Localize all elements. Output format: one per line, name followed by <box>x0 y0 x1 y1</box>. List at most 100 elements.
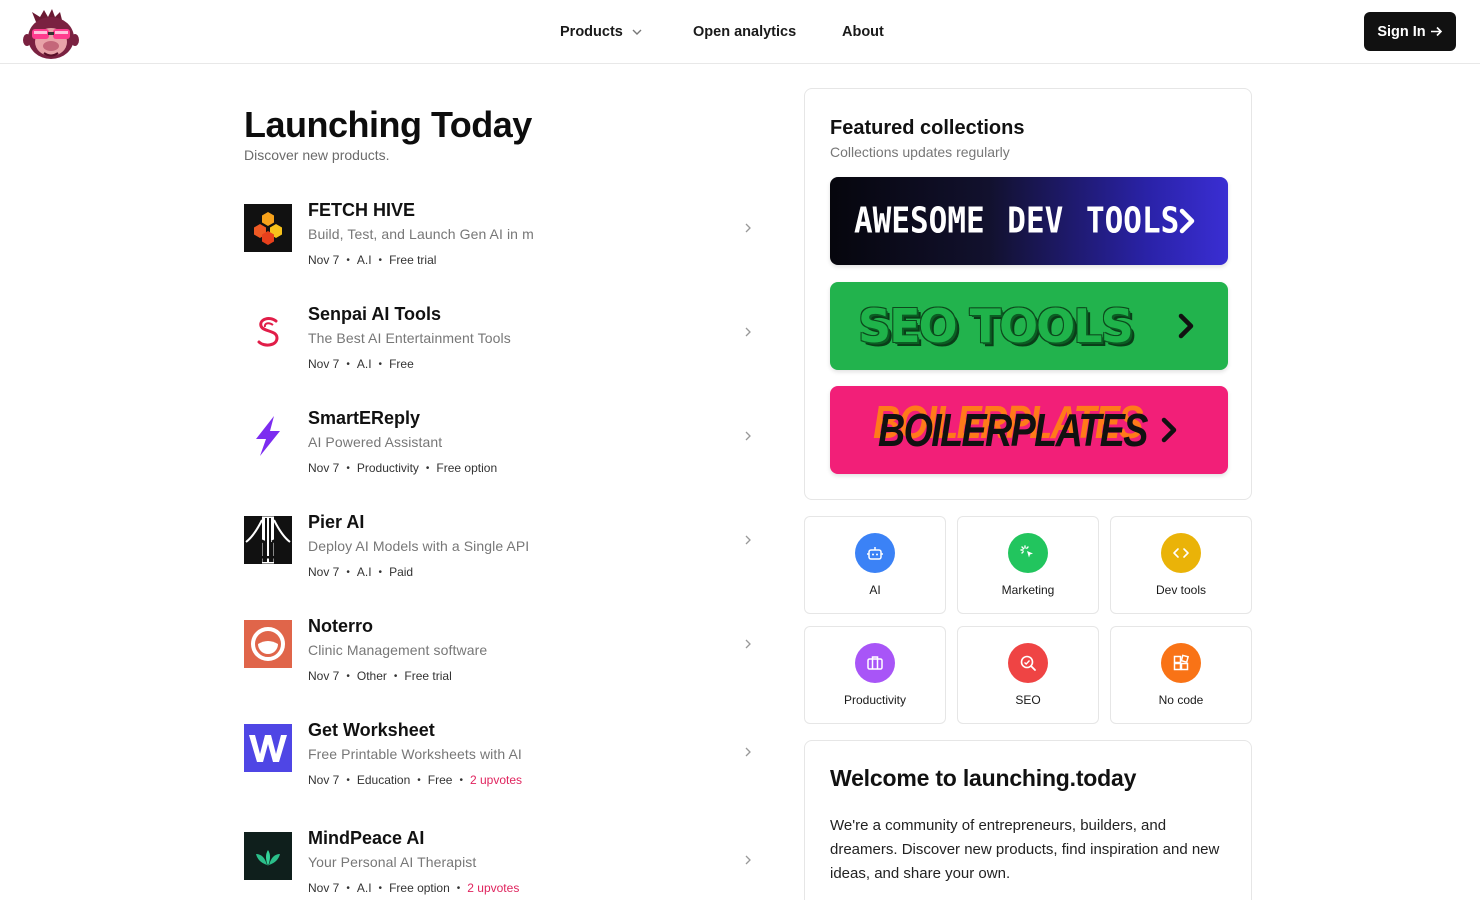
product-tagline: Deploy AI Models with a Single API <box>308 538 530 554</box>
product-date: Nov 7 <box>308 253 340 267</box>
product-item-pier-ai[interactable]: Pier AI Deploy AI Models with a Single A… <box>244 512 764 592</box>
product-date: Nov 7 <box>308 669 340 683</box>
product-upvotes: 2 upvotes <box>467 881 520 895</box>
dot-separator: • <box>346 670 350 682</box>
product-item-mindpeace-ai[interactable]: MindPeace AI Your Personal AI Therapist … <box>244 828 764 900</box>
dot-separator: • <box>346 462 350 474</box>
welcome-card: Welcome to launching.today We're a commu… <box>804 740 1252 900</box>
noterro-logo-icon <box>244 620 292 668</box>
category-tile-marketing[interactable]: Marketing <box>957 516 1099 614</box>
product-category[interactable]: A.I <box>357 881 372 895</box>
nav-products[interactable]: Products <box>560 0 643 64</box>
collection-banner-seo-tools[interactable]: SEO TOOLS <box>830 282 1228 370</box>
blocks-icon <box>1161 643 1201 683</box>
featured-collections-card: Featured collections Collections updates… <box>804 88 1252 500</box>
dot-separator: • <box>378 254 383 266</box>
chevron-right-icon <box>745 431 751 441</box>
product-item-noterro[interactable]: Noterro Clinic Management software Nov 7… <box>244 616 764 696</box>
product-category[interactable]: Education <box>357 773 410 787</box>
product-category[interactable]: Other <box>357 669 387 683</box>
dot-separator: • <box>378 882 383 894</box>
chevron-down-icon <box>632 29 642 35</box>
chevron-right-icon <box>745 639 751 649</box>
code-icon <box>1161 533 1201 573</box>
pier-ai-logo-icon <box>244 516 292 564</box>
product-item-senpai-ai-tools[interactable]: Senpai AI Tools The Best AI Entertainmen… <box>244 304 764 384</box>
product-item-fetch-hive[interactable]: FETCH HIVE Build, Test, and Launch Gen A… <box>244 200 764 280</box>
product-name: Get Worksheet <box>308 720 435 740</box>
product-meta: Nov 7 • A.I • Paid <box>308 565 413 579</box>
product-meta: Nov 7 • Education • Free • 2 upvotes <box>308 773 522 787</box>
product-category[interactable]: A.I <box>357 357 372 371</box>
chevron-right-icon <box>1161 417 1177 443</box>
product-date: Nov 7 <box>308 881 340 895</box>
cursor-click-icon <box>1008 533 1048 573</box>
banner-label: BOILERPLATES <box>878 404 1148 456</box>
nav-products-label: Products <box>560 24 623 40</box>
robot-icon <box>855 533 895 573</box>
nav-about-label: About <box>842 24 884 40</box>
welcome-title: Welcome to launching.today <box>830 765 1137 791</box>
product-category[interactable]: Productivity <box>357 461 419 475</box>
lightning-bolt-icon <box>244 412 292 460</box>
briefcase-icon <box>855 643 895 683</box>
category-label: No code <box>1158 693 1204 707</box>
collection-banner-boilerplates[interactable]: BOILERPLATES <box>830 386 1228 474</box>
dot-separator: • <box>346 882 350 894</box>
product-pricing: Free trial <box>404 669 452 683</box>
product-pricing: Free <box>427 773 453 787</box>
product-name: FETCH HIVE <box>308 200 416 220</box>
dot-separator: • <box>346 254 350 266</box>
category-label: SEO <box>1015 693 1041 707</box>
category-label: Productivity <box>843 693 907 707</box>
category-tile-productivity[interactable]: Productivity <box>804 626 946 724</box>
dot-separator: • <box>393 670 398 682</box>
chevron-right-icon <box>1178 313 1194 339</box>
collection-banner-awesome-dev-tools[interactable]: AWESOME DEV TOOLS <box>830 177 1228 265</box>
product-date: Nov 7 <box>308 773 340 787</box>
category-label: Marketing <box>1001 583 1055 597</box>
category-tile-ai[interactable]: AI <box>804 516 946 614</box>
dot-separator: • <box>425 462 430 474</box>
product-tagline: AI Powered Assistant <box>308 434 443 450</box>
nav-about[interactable]: About <box>842 0 884 64</box>
product-pricing: Free <box>389 357 414 371</box>
product-tagline: Your Personal AI Therapist <box>308 854 477 870</box>
chevron-right-icon <box>745 327 751 337</box>
product-item-smartereply[interactable]: SmartEReply AI Powered Assistant Nov 7 • … <box>244 408 764 488</box>
mindpeace-logo-icon <box>244 832 292 880</box>
featured-title: Featured collections <box>830 117 1025 139</box>
page-subtitle: Discover new products. <box>244 147 390 163</box>
banner-label: AWESOME DEV TOOLS <box>854 200 1180 242</box>
product-pricing: Paid <box>389 565 414 579</box>
product-pricing: Free option <box>389 881 450 895</box>
product-item-get-worksheet[interactable]: Get Worksheet Free Printable Worksheets … <box>244 720 764 800</box>
product-name: SmartEReply <box>308 408 421 428</box>
product-category[interactable]: A.I <box>357 565 372 579</box>
nav-open-analytics[interactable]: Open analytics <box>693 0 796 64</box>
chevron-right-icon <box>745 223 751 233</box>
product-meta: Nov 7 • Other • Free trial <box>308 669 452 683</box>
product-pricing: Free option <box>436 461 498 475</box>
product-date: Nov 7 <box>308 357 340 371</box>
product-meta: Nov 7 • Productivity • Free option <box>308 461 497 475</box>
sign-in-button[interactable]: Sign In <box>1364 12 1456 51</box>
dot-separator: • <box>346 774 350 786</box>
product-category[interactable]: A.I <box>357 253 372 267</box>
category-tile-dev-tools[interactable]: Dev tools <box>1110 516 1252 614</box>
gorilla-logo-icon[interactable] <box>22 8 80 62</box>
product-meta: Nov 7 • A.I • Free <box>308 357 414 371</box>
arrow-right-icon <box>1430 26 1442 37</box>
chevron-right-icon <box>745 535 751 545</box>
site-header: Products Open analytics About Sign In <box>0 0 1480 64</box>
featured-subtitle: Collections updates regularly <box>830 144 1010 160</box>
product-date: Nov 7 <box>308 565 340 579</box>
category-tile-seo[interactable]: SEO <box>957 626 1099 724</box>
chevron-right-icon <box>745 747 751 757</box>
chevron-right-icon <box>745 855 751 865</box>
senpai-logo-icon <box>244 308 292 356</box>
product-tagline: Clinic Management software <box>308 642 488 658</box>
page-title: Launching Today <box>244 104 532 145</box>
category-tile-no-code[interactable]: No code <box>1110 626 1252 724</box>
dot-separator: • <box>459 774 463 786</box>
